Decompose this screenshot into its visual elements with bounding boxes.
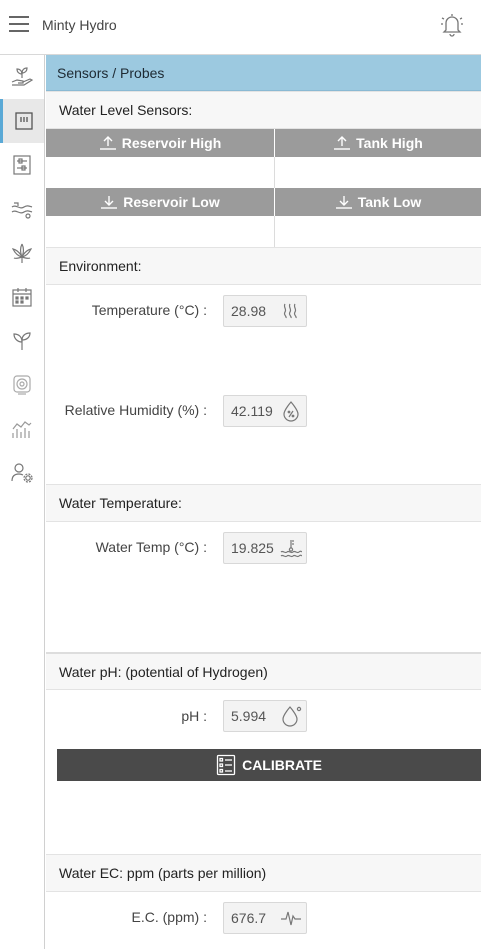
- pulse-wave-icon: [281, 911, 301, 926]
- ec-field: 676.7: [223, 902, 307, 934]
- chart-icon: [12, 421, 32, 438]
- reservoir-low-header: Reservoir Low: [46, 188, 274, 216]
- ph-drop-icon: [282, 706, 302, 727]
- temperature-value: 28.98: [231, 303, 267, 319]
- reservoir-low-label: Reservoir Low: [123, 194, 220, 210]
- sidebar-item-plants[interactable]: [0, 231, 44, 275]
- sidebar-item-sensors[interactable]: [0, 99, 44, 143]
- calibrate-label: CALIBRATE: [242, 757, 322, 773]
- main-content: Sensors / Probes Water Level Sensors: Re…: [46, 55, 481, 949]
- checklist-icon: [216, 754, 236, 776]
- ph-value: 5.994: [231, 708, 267, 724]
- seedling-icon: [13, 332, 31, 350]
- humidity-drop-icon: [283, 401, 299, 422]
- app-title: Minty Hydro: [42, 17, 117, 33]
- water-temp-label: Water Temp (°C) :: [95, 539, 207, 555]
- sidebar-item-camera[interactable]: [0, 363, 44, 407]
- hand-sprout-icon: [11, 67, 34, 86]
- tank-high-header: Tank High: [275, 129, 481, 157]
- ph-label: pH :: [181, 708, 207, 724]
- humidity-value: 42.119: [231, 403, 273, 419]
- temperature-label: Temperature (°C) :: [91, 302, 207, 318]
- water-level-section-title: Water Level Sensors:: [46, 91, 481, 129]
- water-temp-value: 19.825: [231, 540, 274, 556]
- tray-arrow-up-icon: [334, 136, 351, 150]
- sidebar-item-calendar[interactable]: [0, 275, 44, 319]
- calendar-icon: [12, 288, 32, 307]
- environment-section-title: Environment:: [46, 247, 481, 285]
- sliders-control-icon: [13, 155, 31, 175]
- ec-section-title: Water EC: ppm (parts per million): [46, 854, 481, 892]
- tank-low-label: Tank Low: [357, 194, 422, 210]
- sidebar-item-stats[interactable]: [0, 407, 44, 451]
- ph-section-title: Water pH: (potential of Hydrogen): [46, 652, 481, 690]
- tray-arrow-up-icon: [99, 136, 116, 150]
- bell-icon[interactable]: [438, 11, 466, 39]
- water-thermometer-icon: [280, 540, 302, 558]
- water-pump-icon: [11, 202, 33, 219]
- sensor-probe-icon: [14, 112, 33, 130]
- water-temp-field: 19.825: [223, 532, 307, 564]
- humidity-field: 42.119: [223, 395, 307, 427]
- temperature-field: 28.98: [223, 295, 307, 327]
- sidebar-item-controls[interactable]: [0, 143, 44, 187]
- tank-low-header: Tank Low: [275, 188, 481, 216]
- user-settings-icon: [11, 463, 33, 483]
- breadcrumb: Sensors / Probes: [46, 55, 481, 91]
- camera-icon: [13, 375, 31, 395]
- sidebar-item-seedling[interactable]: [0, 319, 44, 363]
- sidebar-item-user-settings[interactable]: [0, 451, 44, 495]
- calibrate-button[interactable]: CALIBRATE: [57, 749, 481, 781]
- cannabis-leaf-icon: [11, 243, 33, 263]
- ph-field: 5.994: [223, 700, 307, 732]
- ec-value: 676.7: [231, 910, 267, 926]
- humidity-label: Relative Humidity (%) :: [64, 402, 207, 418]
- sidebar-item-water[interactable]: [0, 187, 44, 231]
- water-level-divider: [274, 216, 275, 247]
- ec-label: E.C. (ppm) :: [131, 909, 207, 925]
- tank-high-label: Tank High: [356, 135, 423, 151]
- reservoir-high-header: Reservoir High: [46, 129, 274, 157]
- water-level-divider: [274, 157, 275, 188]
- sidebar: [0, 55, 45, 949]
- tray-arrow-down-icon: [335, 196, 352, 209]
- hamburger-menu-icon[interactable]: [9, 15, 29, 33]
- reservoir-high-label: Reservoir High: [121, 135, 222, 151]
- heat-waves-icon: [283, 303, 297, 319]
- top-bar: Minty Hydro: [0, 0, 481, 55]
- tray-arrow-down-icon: [101, 196, 118, 209]
- sidebar-item-grow[interactable]: [0, 55, 44, 99]
- water-temperature-section-title: Water Temperature:: [46, 484, 481, 522]
